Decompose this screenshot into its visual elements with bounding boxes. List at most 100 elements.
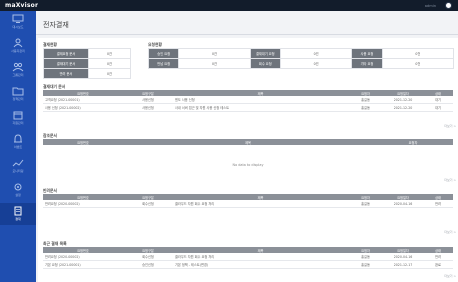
cell-requester: 홍길동 bbox=[348, 260, 383, 269]
request-value[interactable]: 0건 bbox=[381, 58, 455, 69]
main-content: 전자결재 결재현황 결재요청 문서 0건 결재대기 문서 0건 반려 문서 0건… bbox=[36, 11, 458, 282]
cell-request-no[interactable]: 기본 요청 (2021-00001) bbox=[43, 260, 123, 269]
sidebar-item-label: 결재 bbox=[15, 217, 21, 221]
cell-date: 2020-04-16 bbox=[383, 253, 423, 261]
cell-date: 2021-12-20 bbox=[383, 96, 423, 104]
request-label: 회수 요청 bbox=[249, 58, 281, 69]
request-value[interactable]: 0건 bbox=[381, 48, 455, 59]
sidebar-item-label: 이벤트 bbox=[13, 145, 23, 149]
request-value[interactable]: 0건 bbox=[279, 58, 353, 69]
sidebar-item-events[interactable]: 이벤트 bbox=[0, 131, 36, 153]
cell-title[interactable]: 클라우드 자원 회수 요청 처리 bbox=[173, 200, 348, 208]
table-row[interactable]: 사용 신청 (2021-00002) 사용신청 사내 서버 접근 및 자원 사용… bbox=[43, 103, 453, 112]
title-divider bbox=[36, 34, 458, 35]
sidebar-item-policy[interactable]: 정책관리 bbox=[0, 83, 36, 105]
user-label[interactable]: admin bbox=[425, 4, 436, 8]
request-label: 결재대기 요청 bbox=[249, 48, 281, 59]
cell-type: 사용신청 bbox=[123, 96, 173, 104]
cell-title[interactable]: 사내 서버 접근 및 자원 사용 신청 테스트 bbox=[173, 103, 348, 112]
request-status-table: 승인 요청 0건 결재대기 요청 0건 사용 요청 0건 반납 요청 0건 회수… bbox=[147, 48, 455, 69]
cell-requester: 홍길동 bbox=[348, 96, 383, 104]
table-row[interactable]: 반려요청 (2020-00002) 회수신청 클라우드 자원 회수 요청 처리 … bbox=[43, 253, 453, 261]
page-title: 전자결재 bbox=[43, 21, 69, 29]
pending-docs-table: 요청번호 요청구분 제목 요청자 요청일자 상태 고객요청 (2021-0000… bbox=[43, 90, 453, 112]
bell-icon bbox=[14, 134, 22, 143]
table-row[interactable]: 반려요청 (2020-00002) 회수신청 클라우드 자원 회수 요청 처리 … bbox=[43, 200, 453, 208]
request-value[interactable]: 0건 bbox=[178, 58, 251, 69]
sidebar-item-resources[interactable]: 자원관리 bbox=[0, 107, 36, 129]
cell-status: 대기 bbox=[423, 96, 453, 104]
cell-request-no[interactable]: 반려요청 (2020-00002) bbox=[43, 253, 123, 261]
cell-title[interactable]: 클라우드 자원 회수 요청 처리 bbox=[173, 253, 348, 261]
cell-status: 반려 bbox=[423, 253, 453, 261]
sidebar-item-label: 설정 bbox=[15, 193, 21, 197]
request-label: 반납 요청 bbox=[147, 58, 180, 69]
gear-icon bbox=[14, 183, 22, 191]
column-header[interactable]: 요청번호 bbox=[43, 139, 123, 145]
group-icon bbox=[12, 62, 24, 72]
chart-icon bbox=[12, 159, 24, 167]
cell-status: 반려 bbox=[423, 200, 453, 208]
cell-type: 회수신청 bbox=[123, 200, 173, 208]
column-header[interactable]: 제목 bbox=[123, 139, 373, 145]
sidebar-item-monitoring[interactable]: 모니터링 bbox=[0, 155, 36, 177]
sidebar-item-label: 사용자관리 bbox=[11, 49, 25, 53]
cell-request-no[interactable]: 반려요청 (2020-00002) bbox=[43, 200, 123, 208]
top-bar: maXvisor admin bbox=[0, 0, 458, 11]
users-icon bbox=[13, 38, 23, 48]
status-value[interactable]: 0건 bbox=[88, 58, 131, 69]
more-link[interactable]: 더보기 > bbox=[444, 178, 456, 182]
sidebar-item-label: 그룹관리 bbox=[12, 73, 24, 77]
status-label: 반려 문서 bbox=[43, 68, 89, 79]
request-label: 기타 요청 bbox=[351, 58, 383, 69]
status-value[interactable]: 0건 bbox=[88, 48, 131, 59]
status-label: 결재요청 문서 bbox=[43, 48, 89, 59]
monitor-icon bbox=[12, 14, 24, 23]
cell-requester: 홍길동 bbox=[348, 200, 383, 208]
rejected-docs-table: 요청번호 요청구분 제목 요청자 요청일자 상태 반려요청 (2020-0000… bbox=[43, 194, 453, 208]
cell-requester: 홍길동 bbox=[348, 253, 383, 261]
request-value[interactable]: 0건 bbox=[178, 48, 251, 59]
cell-type: 사용신청 bbox=[123, 103, 173, 112]
cell-date: 2021-12-17 bbox=[383, 260, 423, 269]
cell-status: 대기 bbox=[423, 103, 453, 112]
sidebar-item-label: 대시보드 bbox=[12, 25, 24, 29]
cell-type: 승인신청 bbox=[123, 260, 173, 269]
cell-request-no[interactable]: 사용 신청 (2021-00002) bbox=[43, 103, 123, 112]
cell-title[interactable]: 윈도 사용 신청 bbox=[173, 96, 348, 104]
sidebar-item-label: 자원관리 bbox=[12, 121, 24, 125]
sidebar-item-dashboard[interactable]: 대시보드 bbox=[0, 11, 36, 33]
cell-status: 완료 bbox=[423, 260, 453, 269]
cell-date: 2020-04-16 bbox=[383, 200, 423, 208]
more-link[interactable]: 더보기 > bbox=[444, 124, 456, 128]
more-link[interactable]: 더보기 > bbox=[444, 274, 456, 278]
approval-card: 결재현황 결재요청 문서 0건 결재대기 문서 0건 반려 문서 0건 요청현황… bbox=[38, 38, 458, 282]
request-label: 사용 요청 bbox=[351, 48, 383, 59]
sidebar-item-label: 모니터링 bbox=[12, 169, 24, 173]
user-avatar-icon[interactable] bbox=[445, 2, 452, 9]
document-icon bbox=[14, 206, 22, 216]
table-row[interactable]: 고객요청 (2021-00001) 사용신청 윈도 사용 신청 홍길동 2021… bbox=[43, 96, 453, 104]
empty-message: No data to display bbox=[232, 163, 264, 167]
cell-requester: 홍길동 bbox=[348, 103, 383, 112]
cell-title[interactable]: 기본 정책 - 테스트(변경) bbox=[173, 260, 348, 269]
sidebar-item-label: 정책관리 bbox=[12, 97, 24, 101]
sidebar: 대시보드 사용자관리 그룹관리 정책관리 자원관리 이벤트 모니터링 설정 결재 bbox=[0, 11, 36, 282]
folder-icon bbox=[12, 87, 24, 96]
request-value[interactable]: 0건 bbox=[279, 48, 353, 59]
table-row[interactable]: 기본 요청 (2021-00001) 승인신청 기본 정책 - 테스트(변경) … bbox=[43, 260, 453, 269]
reference-docs-table: 요청번호 제목 요청자 bbox=[43, 139, 453, 145]
sidebar-item-settings[interactable]: 설정 bbox=[0, 179, 36, 201]
more-link[interactable]: 더보기 > bbox=[444, 230, 456, 234]
column-header[interactable]: 요청자 bbox=[373, 139, 453, 145]
box-icon bbox=[13, 111, 23, 120]
approval-status-table: 결재요청 문서 0건 결재대기 문서 0건 반려 문서 0건 bbox=[43, 48, 131, 79]
sidebar-item-users[interactable]: 사용자관리 bbox=[0, 35, 36, 57]
sidebar-item-approval[interactable]: 결재 bbox=[0, 203, 36, 225]
cell-request-no[interactable]: 고객요청 (2021-00001) bbox=[43, 96, 123, 104]
recent-approvals-table: 요청번호 요청구분 제목 요청자 요청일자 상태 반려요청 (2020-0000… bbox=[43, 247, 453, 269]
app-logo[interactable]: maXvisor bbox=[5, 2, 38, 9]
status-value[interactable]: 0건 bbox=[88, 68, 131, 79]
sidebar-item-groups[interactable]: 그룹관리 bbox=[0, 59, 36, 81]
request-label: 승인 요청 bbox=[147, 48, 180, 59]
